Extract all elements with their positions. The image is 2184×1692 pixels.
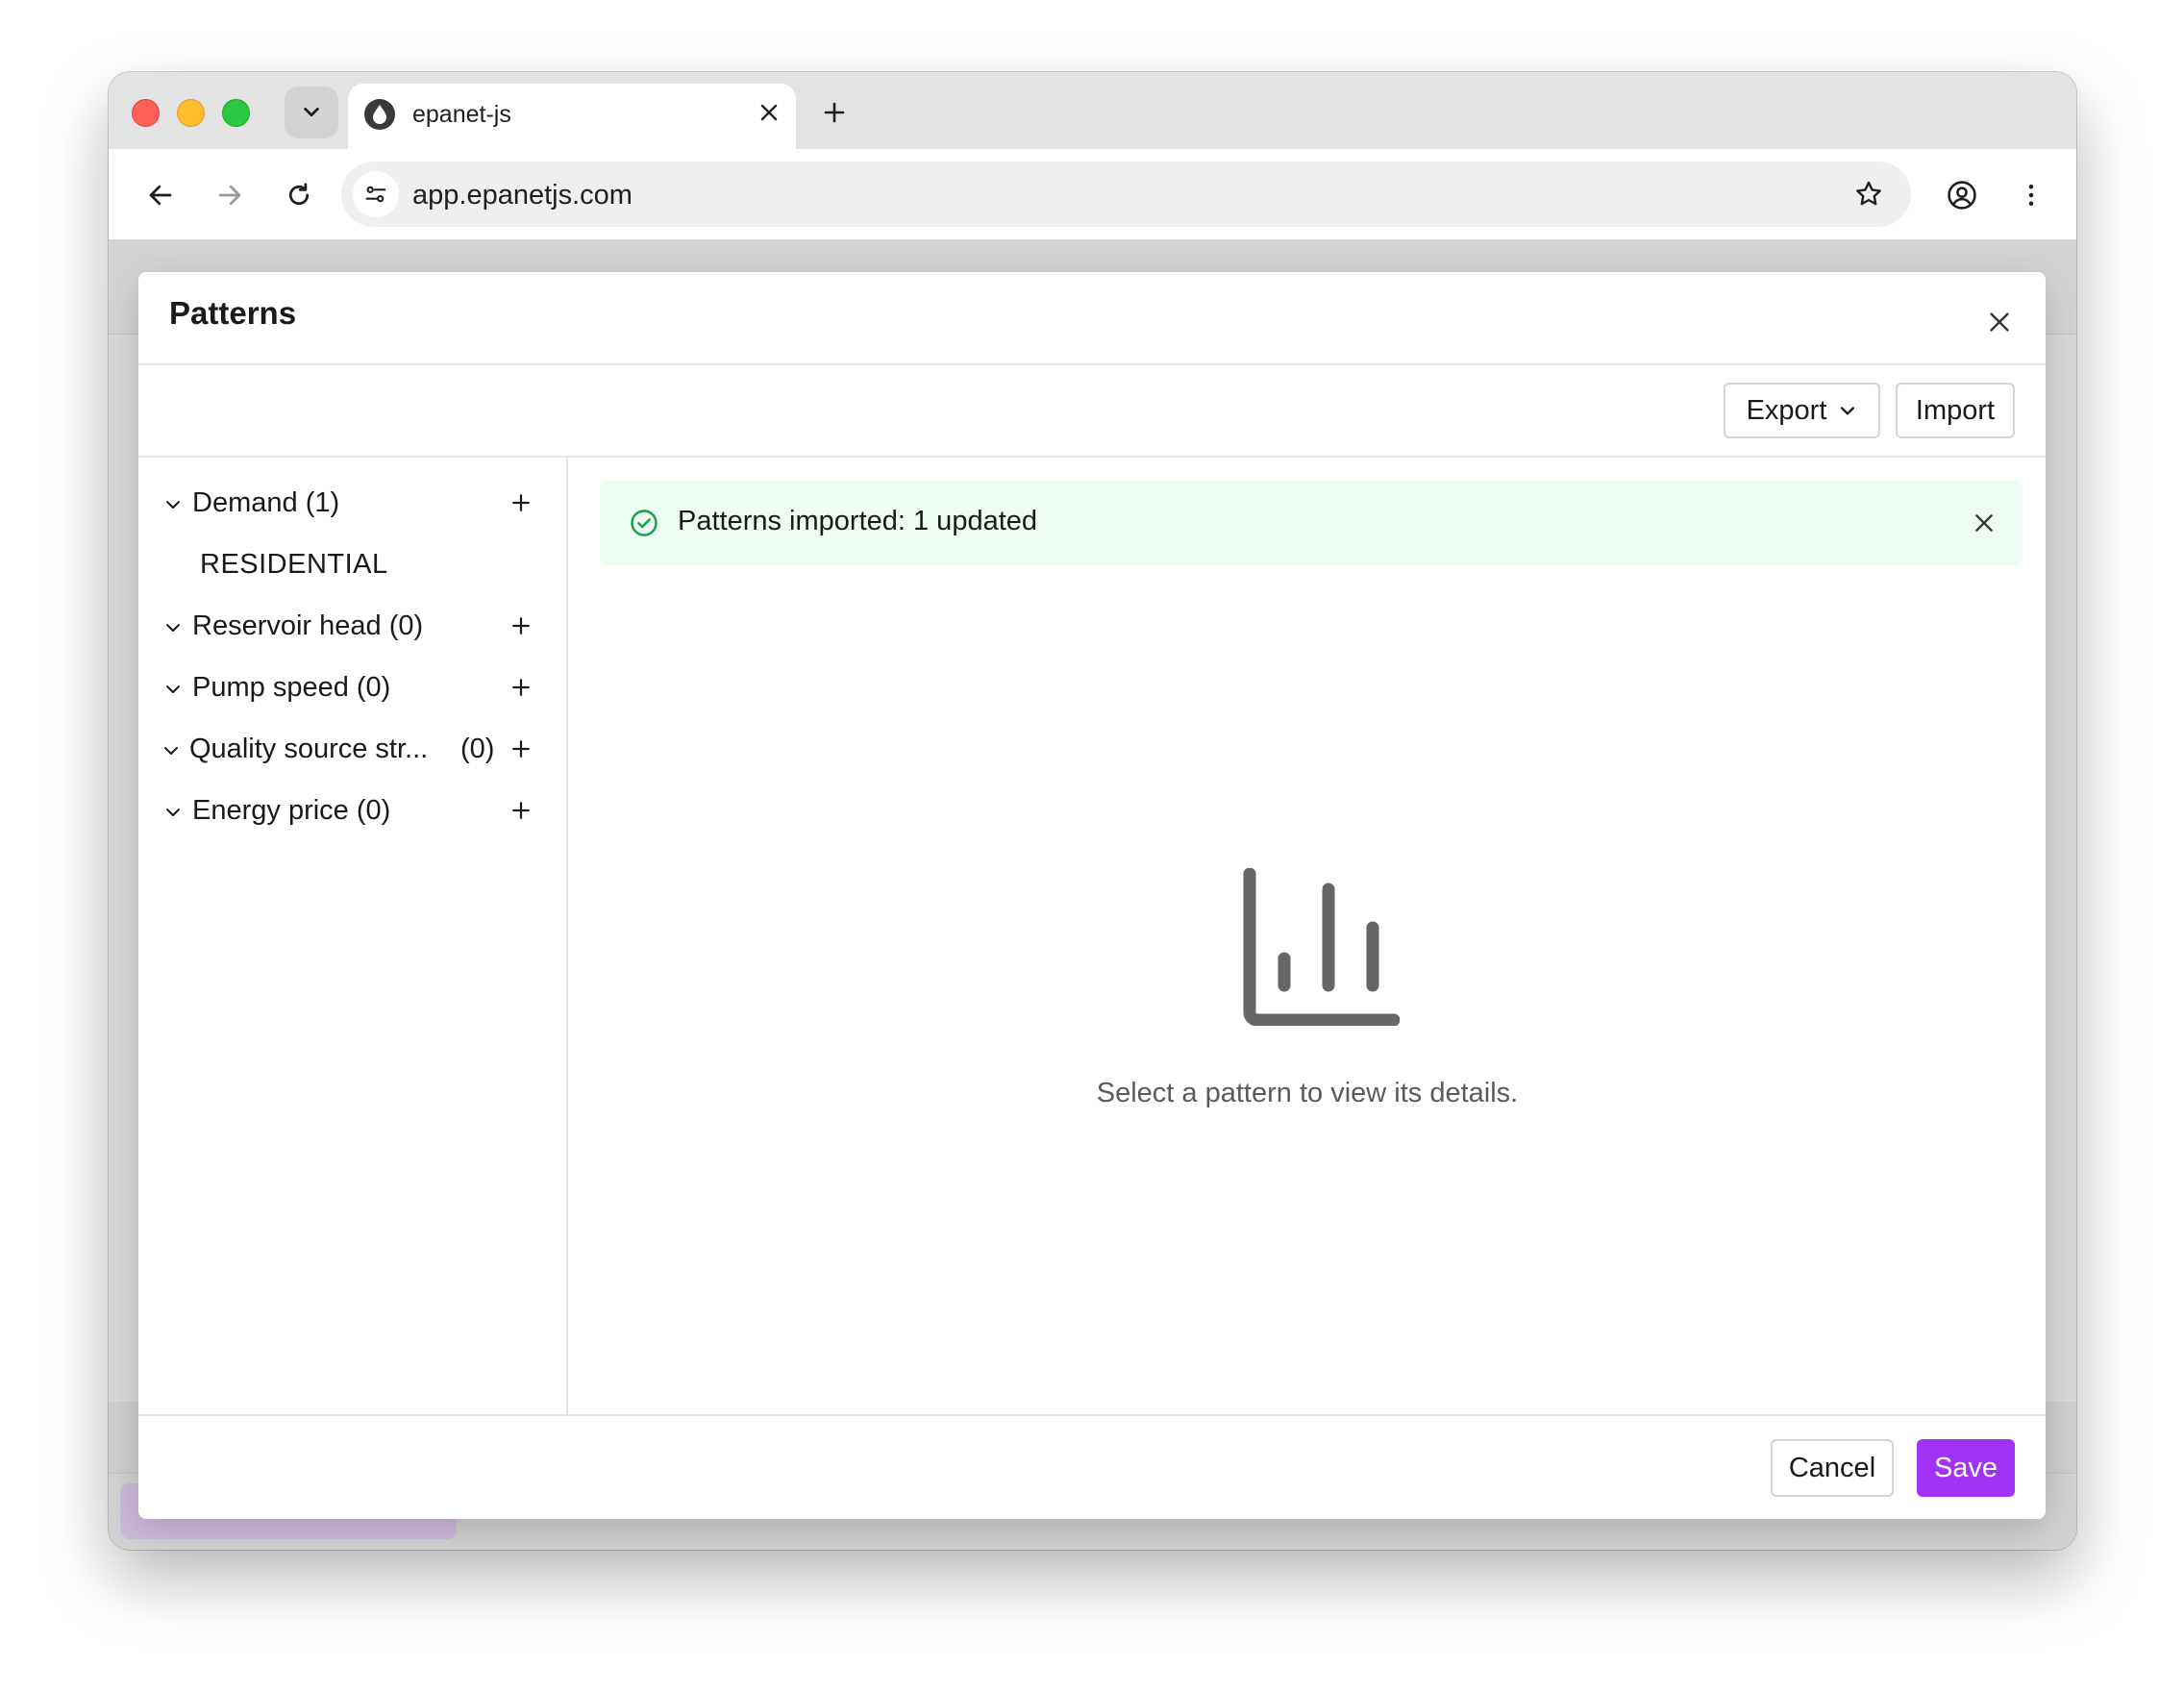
chevron-down-icon [166,624,180,632]
plus-icon [512,679,530,696]
back-button[interactable] [139,174,182,216]
reload-icon [288,183,310,206]
browser-toolbar: app.epanetjs.com [109,149,2076,240]
tab-close-button[interactable] [752,95,786,130]
group-label: Pump speed (0) [192,672,391,703]
minimize-window-button[interactable] [177,99,205,127]
group-label: Reservoir head (0) [192,610,424,641]
pattern-item-residential[interactable]: RESIDENTIAL [200,549,388,581]
import-label: Import [1915,394,1996,426]
group-energy-price[interactable]: Energy price (0) [138,784,568,841]
export-dropdown-button[interactable]: Export [1724,383,1880,438]
browser-tab[interactable]: epanet-js [348,84,796,149]
add-pattern-button[interactable] [506,734,536,764]
tab-strip: epanet-js [109,72,2076,149]
pattern-type-list: Demand (1) RESIDENTIAL Reservoir head (0… [138,457,568,1414]
close-icon [1975,514,1993,532]
site-info-icon[interactable] [353,171,399,217]
toast-dismiss-button[interactable] [1965,504,2003,542]
save-button[interactable]: Save [1917,1439,2015,1497]
group-pump-speed[interactable]: Pump speed (0) [138,660,568,718]
dialog-title: Patterns [169,295,297,331]
maximize-window-button[interactable] [222,99,250,127]
dialog-close-button[interactable] [1978,301,2021,343]
toast-message: Patterns imported: 1 updated [678,506,1038,536]
group-demand[interactable]: Demand (1) [138,476,568,534]
menu-dots-icon[interactable] [2010,174,2052,216]
plus-icon [512,494,530,511]
close-icon [1990,312,2009,332]
reload-button[interactable] [278,174,320,216]
header-divider [138,363,2046,365]
plus-icon [512,802,530,819]
chevron-down-icon [166,809,180,816]
back-arrow-icon [149,185,172,206]
plus-icon [512,740,530,758]
new-tab-button[interactable] [815,93,854,132]
address-bar[interactable]: app.epanetjs.com [341,162,1911,227]
cancel-label: Cancel [1788,1452,1876,1483]
add-pattern-button[interactable] [506,610,536,641]
group-label: Demand (1) [192,487,340,518]
close-icon [760,104,778,121]
forward-arrow-icon [218,185,241,206]
add-pattern-button[interactable] [506,672,536,703]
group-quality-source-strength[interactable]: Quality source str... (0) [138,722,568,780]
tab-title: epanet-js [412,101,511,128]
check-circle-icon [631,510,658,536]
save-label: Save [1933,1452,1998,1483]
bar-chart-icon [1243,868,1400,1026]
chevron-down-icon [164,747,178,755]
footer-divider [138,1414,2046,1416]
plus-icon [512,617,530,634]
chevron-down-icon [304,107,319,117]
bookmark-star-icon[interactable] [1848,173,1890,215]
chevron-down-icon [1841,407,1855,415]
export-label: Export [1746,394,1827,426]
group-label: Energy price (0) [192,795,391,826]
plus-icon [824,102,845,123]
group-count: (0) [460,734,495,764]
close-window-button[interactable] [132,99,160,127]
forward-button[interactable] [209,174,251,216]
patterns-dialog: Patterns Export Import Demand (1) RESIDE… [138,272,2046,1519]
epanet-favicon-icon [364,99,395,130]
chevron-down-icon [166,685,180,693]
group-reservoir-head[interactable]: Reservoir head (0) [138,599,568,657]
tab-search-button[interactable] [285,87,338,138]
import-button[interactable]: Import [1896,383,2015,438]
empty-state-message: Select a pattern to view its details. [1096,1078,1519,1108]
import-success-toast: Patterns imported: 1 updated [600,481,2023,565]
profile-icon[interactable] [1941,174,1983,216]
group-label: Quality source str... [189,734,429,764]
chevron-down-icon [166,501,180,509]
add-pattern-button[interactable] [506,795,536,826]
cancel-button[interactable]: Cancel [1771,1439,1894,1497]
url-text: app.epanetjs.com [412,180,633,211]
add-pattern-button[interactable] [506,487,536,518]
